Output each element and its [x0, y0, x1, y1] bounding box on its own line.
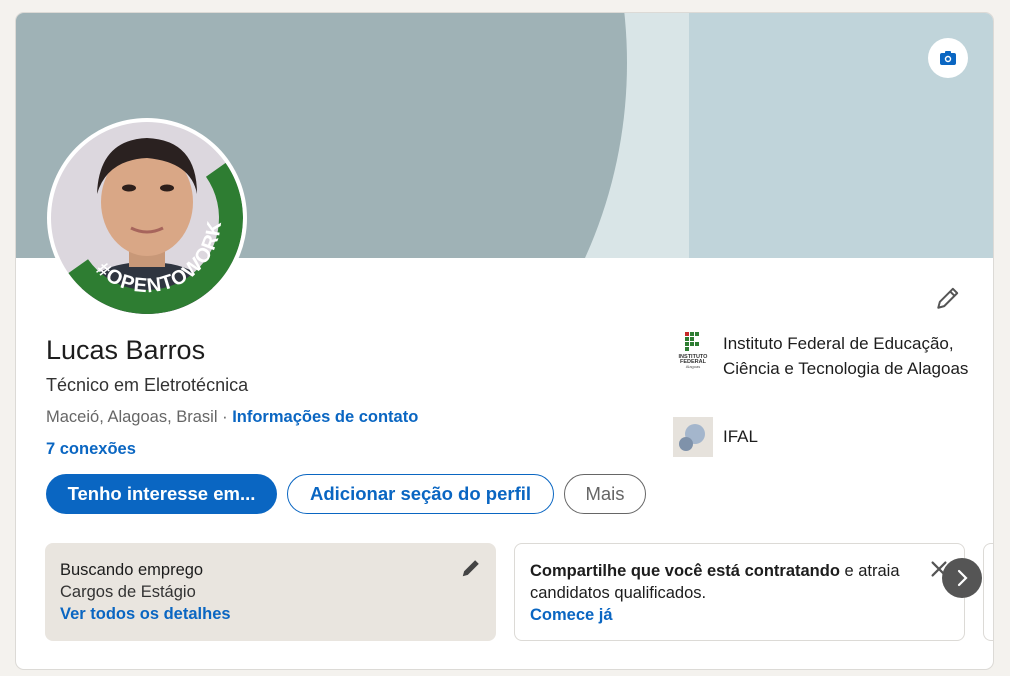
panel-hiring-text: Compartilhe que você está contratando e … [530, 560, 949, 604]
next-panel-peek [983, 543, 993, 641]
company-logo-icon [673, 417, 713, 457]
hiring-panel[interactable]: Compartilhe que você está contratando e … [514, 543, 965, 641]
education-entry[interactable]: INSTITUTO FEDERAL Alagoas Instituto Fede… [673, 331, 973, 381]
pencil-icon[interactable] [460, 557, 482, 579]
company-name: IFAL [723, 427, 758, 446]
ifal-logo-icon: INSTITUTO FEDERAL Alagoas [673, 331, 713, 371]
profile-location-line: Maceió, Alagoas, Brasil · Informações de… [46, 408, 418, 427]
contact-info-link[interactable]: Informações de contato [232, 408, 418, 426]
chevron-right-icon [957, 569, 968, 587]
camera-icon [940, 51, 956, 65]
carousel-next-button[interactable] [942, 558, 982, 598]
panel-jobs-subtitle: Cargos de Estágio [60, 583, 196, 601]
company-entry[interactable]: IFAL [673, 417, 973, 457]
location-separator: · [217, 408, 233, 426]
panel-jobs-title: Buscando emprego [60, 561, 204, 579]
add-profile-section-button[interactable]: Adicionar seção do perfil [287, 474, 554, 514]
avatar: #OPENTOWORK [51, 122, 243, 314]
panel-hiring-bold: Compartilhe que você está contratando [530, 562, 840, 580]
location-text: Maceió, Alagoas, Brasil [46, 408, 218, 426]
education-name: Instituto Federal de Educação, Ciência e… [723, 334, 969, 378]
more-button[interactable]: Mais [564, 474, 646, 514]
pencil-icon [937, 287, 959, 309]
open-to-work-panel[interactable]: Buscando emprego Cargos de Estágio Ver t… [45, 543, 496, 641]
edit-banner-button[interactable] [928, 38, 968, 78]
profile-photo[interactable]: #OPENTOWORK [47, 118, 247, 318]
logo-text-3: Alagoas [686, 364, 700, 369]
open-to-button[interactable]: Tenho interesse em... [46, 474, 277, 514]
profile-name: Lucas Barros [46, 335, 206, 365]
connections-link[interactable]: 7 conexões [46, 440, 136, 459]
edit-intro-button[interactable] [933, 283, 963, 313]
profile-headline: Técnico em Eletrotécnica [46, 375, 249, 395]
see-all-details-link[interactable]: Ver todos os detalhes [60, 603, 481, 625]
profile-card: #OPENTOWORK Lucas Barros Técnico em Elet… [15, 12, 994, 670]
get-started-link[interactable]: Comece já [530, 604, 949, 626]
